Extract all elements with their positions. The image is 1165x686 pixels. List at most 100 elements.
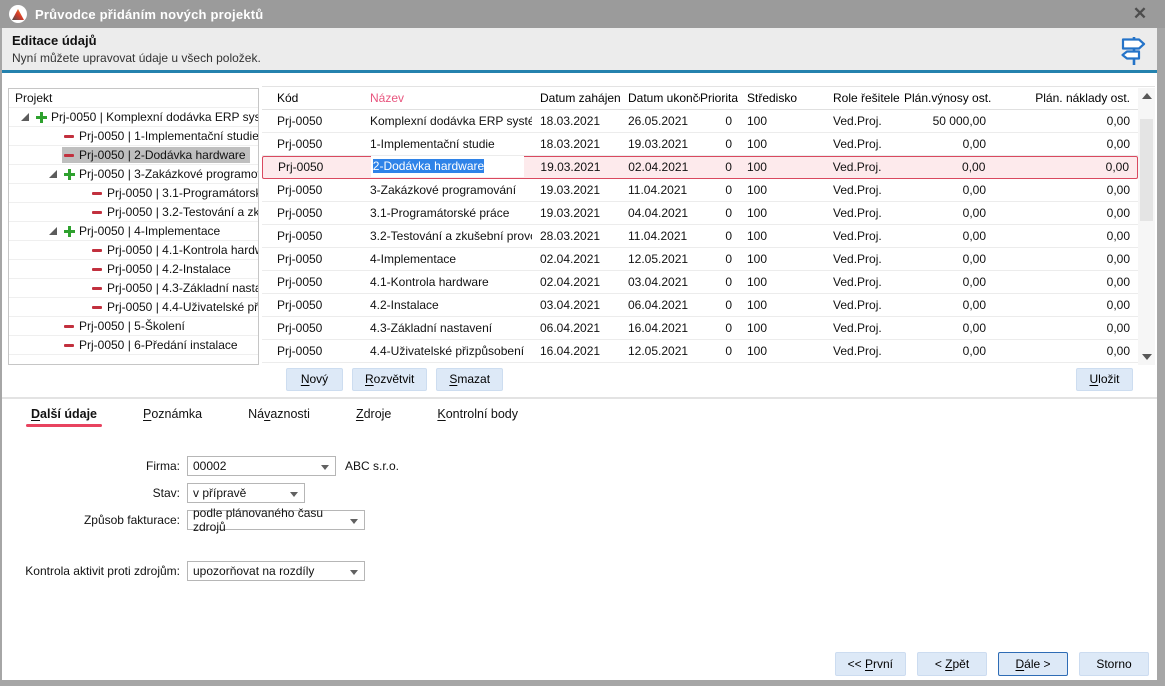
column-header[interactable]: Středisko (738, 87, 824, 110)
table-row[interactable]: Prj-00503.1-Programátorské práce19.03.20… (262, 202, 1138, 225)
tree-item[interactable]: Prj-0050 | 4.4-Uživatelské přizp... (9, 298, 258, 317)
column-header[interactable]: Název (362, 87, 532, 110)
firma-row: Firma: 00002 ABC s.r.o. (10, 456, 399, 476)
expander-icon[interactable] (49, 227, 57, 235)
fakturace-combo[interactable]: podle plánovaného času zdrojů (187, 510, 365, 530)
table-cell: 04.04.2021 (620, 202, 700, 225)
tree-item[interactable]: Prj-0050 | 3.2-Testování a zkuš... (9, 203, 258, 222)
tree-item-label: Prj-0050 | 4-Implementace (79, 224, 220, 238)
window-border-right (1157, 28, 1165, 686)
tree-item[interactable]: Prj-0050 | 1-Implementační studie (9, 127, 258, 146)
cancel-button[interactable]: Storno (1079, 652, 1149, 676)
column-header[interactable]: Datum ukončení (620, 87, 700, 110)
section-divider (2, 397, 1157, 399)
table-cell: 0,00 (904, 156, 992, 179)
table-row[interactable]: Prj-00504.1-Kontrola hardware02.04.20210… (262, 271, 1138, 294)
tree-item-label: Prj-0050 | 3-Zakázkové programování (79, 167, 258, 181)
table-cell: Prj-0050 (262, 294, 362, 317)
table-cell: 02.04.2021 (532, 248, 620, 271)
scrollbar-thumb[interactable] (1140, 119, 1153, 221)
scroll-up-button[interactable] (1138, 88, 1155, 104)
table-row[interactable]: Prj-00504.3-Základní nastavení06.04.2021… (262, 317, 1138, 340)
tab-dalsi-udaje[interactable]: Další údaje (30, 404, 98, 427)
tab-navaznosti[interactable]: Návaznosti (247, 404, 311, 427)
table-row[interactable]: Prj-00503.2-Testování a zkušební provoz2… (262, 225, 1138, 248)
dropdown-arrow-icon (290, 492, 298, 497)
table-cell: 0,00 (992, 340, 1138, 363)
name-edit-cell[interactable]: 2-Dodávka hardware (371, 156, 525, 177)
table-row[interactable]: Prj-00503-Zakázkové programování19.03.20… (262, 179, 1138, 202)
tree-item[interactable]: Prj-0050 | 5-Školení (9, 317, 258, 336)
firma-combo[interactable]: 00002 (187, 456, 336, 476)
stav-combo[interactable]: v přípravě (187, 483, 305, 503)
tree-item[interactable]: Prj-0050 | 4.2-Instalace (9, 260, 258, 279)
column-header[interactable]: Plán. náklady ost. (992, 87, 1138, 110)
tree-node: Prj-0050 | 4.3-Základní nastavení (90, 280, 258, 296)
table-cell: Ved.Proj. (824, 271, 904, 294)
table-cell: 28.03.2021 (532, 225, 620, 248)
tree-node: Prj-0050 | 2-Dodávka hardware (62, 147, 250, 163)
tab-zdroje[interactable]: Zdroje (355, 404, 392, 427)
tree-item[interactable]: Prj-0050 | 4.1-Kontrola hardware (9, 241, 258, 260)
table-cell: 0,00 (992, 248, 1138, 271)
kontrola-combo[interactable]: upozorňovat na rozdíly (187, 561, 365, 581)
table-cell: 18.03.2021 (532, 133, 620, 156)
tab-kontrolni-body[interactable]: Kontrolní body (436, 404, 519, 427)
close-button[interactable]: ✕ (1125, 0, 1155, 28)
tree-item[interactable]: Prj-0050 | 4-Implementace (9, 222, 258, 241)
tree-item-label: Prj-0050 | 4.1-Kontrola hardware (107, 243, 258, 257)
expander-icon[interactable] (21, 113, 29, 121)
delete-button[interactable]: Smazat (436, 368, 503, 391)
table-cell: 100 (738, 248, 824, 271)
tree-item[interactable]: Prj-0050 | Komplexní dodávka ERP syst... (9, 108, 258, 127)
table-cell: Prj-0050 (262, 133, 362, 156)
table-row[interactable]: Prj-00504.2-Instalace03.04.202106.04.202… (262, 294, 1138, 317)
table-cell: 0,00 (992, 225, 1138, 248)
column-header[interactable]: Kód (262, 87, 362, 110)
table-cell: 100 (738, 317, 824, 340)
tree-item[interactable]: Prj-0050 | 6-Předání instalace (9, 336, 258, 355)
column-header[interactable]: Priorita (700, 87, 738, 110)
projects-table: KódNázevDatum zahájeníDatum ukončeníPrio… (262, 86, 1155, 364)
table-cell: Ved.Proj. (824, 225, 904, 248)
table-button-row: Nový Rozvětvit Smazat Uložit (262, 368, 1155, 391)
tree-item-label: Prj-0050 | 1-Implementační studie (79, 129, 258, 143)
minus-icon (92, 245, 103, 256)
column-header[interactable]: Role řešitele (824, 87, 904, 110)
save-button[interactable]: Uložit (1076, 368, 1133, 391)
table-row[interactable]: Prj-00504.4-Uživatelské přizpůsobení16.0… (262, 340, 1138, 363)
first-button[interactable]: << První (835, 652, 906, 676)
table-cell: 0,00 (992, 271, 1138, 294)
tab-poznamka[interactable]: Poznámka (142, 404, 203, 427)
table-cell: 50 000,00 (904, 110, 992, 133)
column-header[interactable]: Plán.výnosy ost. (904, 87, 992, 110)
tree-item-label: Prj-0050 | 4.2-Instalace (107, 262, 231, 276)
back-button[interactable]: < Zpět (917, 652, 987, 676)
table-cell: 19.03.2021 (532, 202, 620, 225)
tree-item-label: Prj-0050 | 5-Školení (79, 319, 185, 333)
tree-item[interactable]: Prj-0050 | 3-Zakázkové programování (9, 165, 258, 184)
table-row[interactable]: Prj-00501-Implementační studie18.03.2021… (262, 133, 1138, 156)
next-button[interactable]: Dále > (998, 652, 1068, 676)
column-header[interactable]: Datum zahájení (532, 87, 620, 110)
table-scrollbar[interactable] (1138, 88, 1155, 365)
table-cell: 0 (700, 179, 738, 202)
branch-button[interactable]: Rozvětvit (352, 368, 427, 391)
table-cell: 02.04.2021 (532, 271, 620, 294)
tree-item[interactable]: Prj-0050 | 4.3-Základní nastavení (9, 279, 258, 298)
table-cell: 0 (700, 133, 738, 156)
tree-root[interactable]: Projekt (9, 89, 258, 108)
scroll-down-button[interactable] (1138, 349, 1155, 365)
table-cell: 4.2-Instalace (362, 294, 532, 317)
expander-icon[interactable] (49, 170, 57, 178)
fakturace-label: Způsob fakturace: (10, 513, 180, 527)
table-row[interactable]: Prj-00504-Implementace02.04.202112.05.20… (262, 248, 1138, 271)
minus-icon (92, 188, 103, 199)
tree-item[interactable]: Prj-0050 | 2-Dodávka hardware (9, 146, 258, 165)
table-row[interactable]: Prj-0050Komplexní dodávka ERP systému18.… (262, 110, 1138, 133)
tree-item[interactable]: Prj-0050 | 3.1-Programátorské ... (9, 184, 258, 203)
new-button[interactable]: Nový (286, 368, 343, 391)
minus-icon (92, 207, 103, 218)
table-row[interactable]: Prj-00502-Dodávka hardware19.03.202102.0… (262, 156, 1138, 179)
table-cell: 100 (738, 271, 824, 294)
